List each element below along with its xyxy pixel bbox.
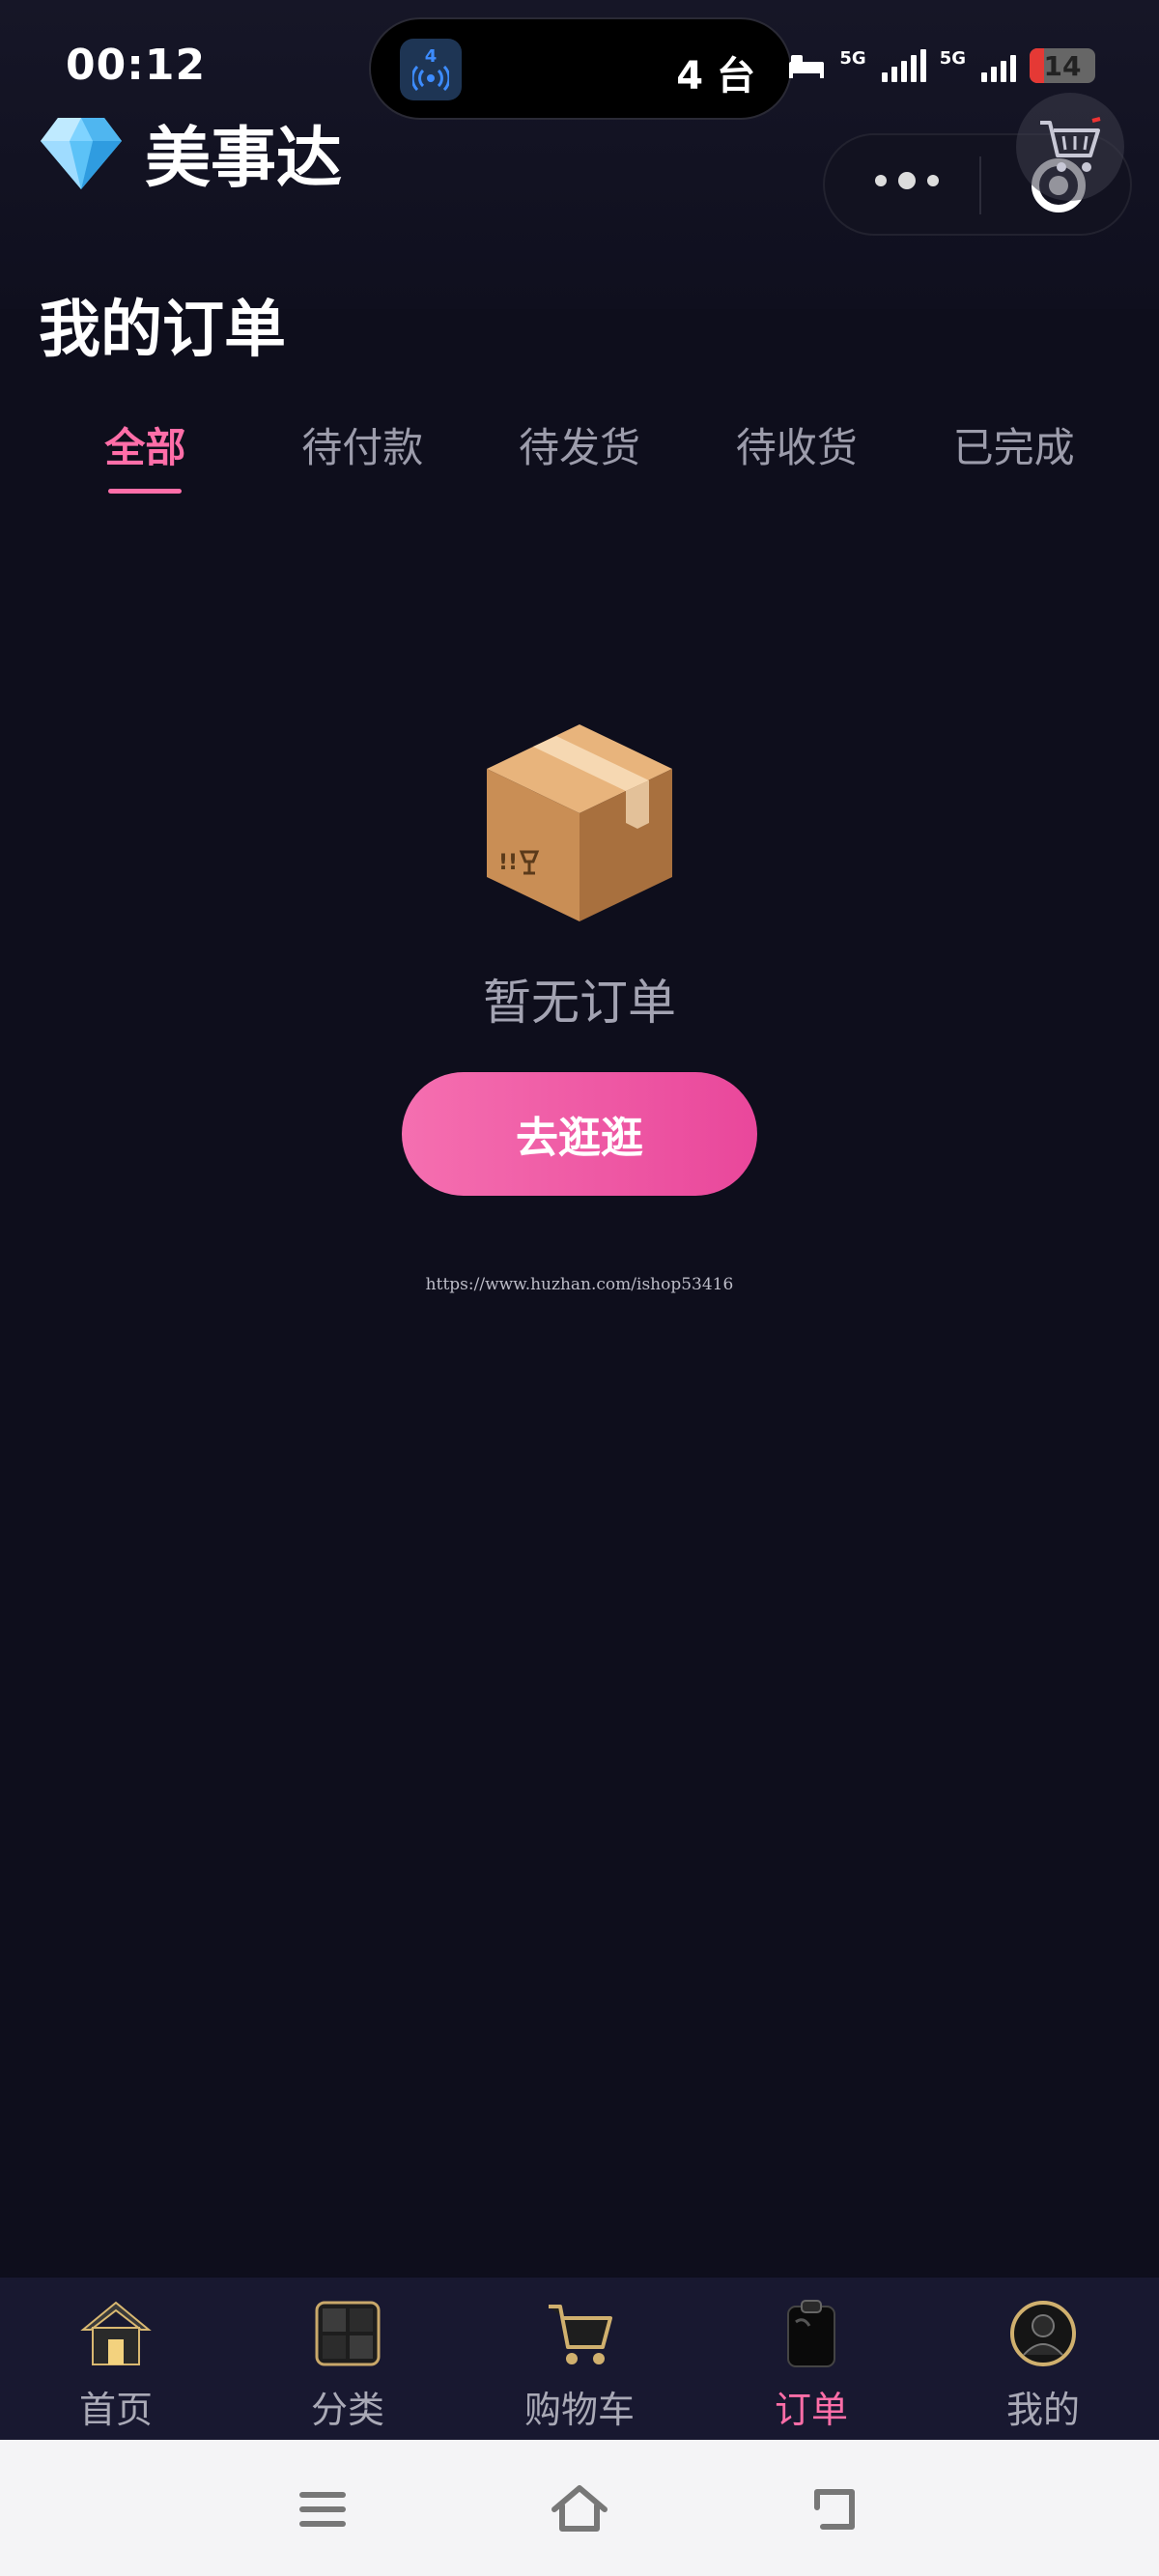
cart-icon <box>549 2305 612 2364</box>
bed-icon <box>789 55 825 78</box>
nav-item-home[interactable]: 首页 <box>0 2278 232 2440</box>
status-indicators: 5G 5G 14 <box>787 48 1095 83</box>
category-icon <box>315 2301 381 2366</box>
sim1-label: 5G <box>839 48 866 69</box>
nav-label-cart: 购物车 <box>523 2389 635 2431</box>
broadcast-icon: 4 <box>400 39 462 100</box>
nav-item-category[interactable]: 分类 <box>232 2278 464 2440</box>
brand-name: 美事达 <box>145 121 343 197</box>
menu-icon[interactable] <box>294 2480 352 2538</box>
battery-level: 14 <box>1043 49 1082 82</box>
go-shopping-button[interactable]: 去逛逛 <box>402 1072 757 1196</box>
nav-item-profile[interactable]: 我的 <box>927 2278 1159 2440</box>
sim2-label: 5G <box>939 48 966 69</box>
order-icon <box>787 2300 835 2367</box>
tab-completed[interactable]: 已完成 <box>905 415 1122 502</box>
empty-message: 暂无订单 <box>483 975 676 1031</box>
order-tabs: 全部 待付款 待发货 待收货 已完成 <box>37 415 1122 502</box>
brand: 美事达 <box>39 104 342 200</box>
home-button-icon[interactable] <box>551 2480 608 2538</box>
empty-box-icon: !! <box>487 724 672 921</box>
home-icon <box>80 2301 152 2365</box>
nav-item-orders[interactable]: 订单 <box>695 2278 927 2440</box>
capsule-divider <box>979 156 981 214</box>
nav-label-profile: 我的 <box>1005 2389 1080 2431</box>
system-nav-bar <box>0 2440 1159 2576</box>
nav-item-cart[interactable]: 购物车 <box>464 2278 695 2440</box>
bottom-nav: 首页 分类 购物车 订单 我的 <box>0 2278 1159 2440</box>
watermark-url: https://www.huzhan.com/ishop53416 <box>425 1275 734 1294</box>
dynamic-island[interactable]: 4 4 台 <box>369 17 792 120</box>
tab-pending-shipment[interactable]: 待发货 <box>471 415 689 502</box>
nav-label-orders: 订单 <box>774 2389 848 2431</box>
status-time: 00:12 <box>66 41 207 90</box>
island-text: 4 台 <box>676 54 755 99</box>
battery-icon: 14 <box>1030 48 1095 83</box>
island-icon-number: 4 <box>424 46 438 67</box>
svg-text:!!: !! <box>498 851 518 875</box>
tab-pending-payment[interactable]: 待付款 <box>254 415 471 502</box>
profile-icon <box>1010 2301 1076 2366</box>
tab-pending-receipt[interactable]: 待收货 <box>688 415 905 502</box>
signal-icon-sim1 <box>881 49 926 82</box>
tab-all[interactable]: 全部 <box>37 415 254 502</box>
nav-label-category: 分类 <box>310 2389 384 2431</box>
back-icon[interactable] <box>807 2480 865 2538</box>
nav-label-home: 首页 <box>78 2389 153 2431</box>
signal-icon-sim2 <box>981 49 1016 82</box>
cart-icon <box>1040 117 1101 172</box>
more-button[interactable] <box>875 172 939 189</box>
diamond-icon <box>41 117 122 189</box>
floating-cart-button[interactable] <box>1016 93 1124 201</box>
page-title: 我的订单 <box>39 295 286 366</box>
